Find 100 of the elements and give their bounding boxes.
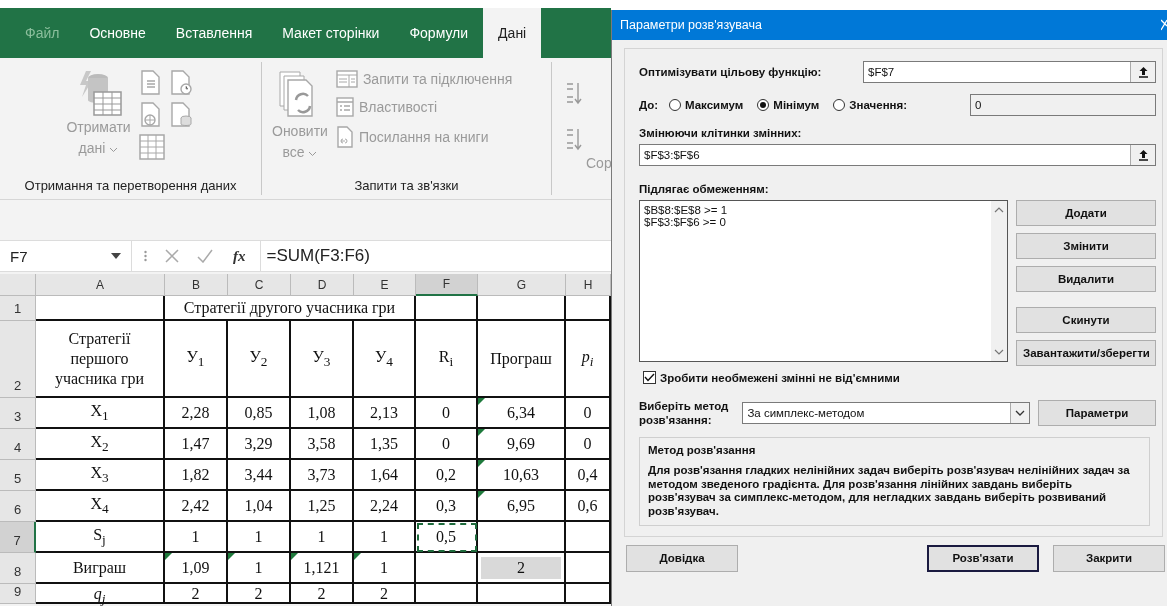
row-header[interactable]: 3 xyxy=(0,398,36,429)
row-header[interactable]: 8 xyxy=(0,553,36,584)
column-header[interactable]: B xyxy=(165,274,228,296)
table-cell: 3,58 xyxy=(291,429,354,460)
scrollbar[interactable] xyxy=(991,201,1007,361)
table-icon[interactable] xyxy=(138,134,165,160)
table-cell: 0,85 xyxy=(228,398,291,429)
column-header[interactable]: D xyxy=(291,274,354,296)
column-header[interactable]: H xyxy=(566,274,611,296)
column-header[interactable]: G xyxy=(478,274,566,296)
radio-button[interactable] xyxy=(757,99,770,111)
column-header[interactable]: C xyxy=(228,274,291,296)
table-cell: X$_{3}$ xyxy=(36,460,165,491)
column-header[interactable]: F xyxy=(416,274,478,296)
grip-dots-icon xyxy=(144,249,147,263)
table-cell: Стратегії другого учасника гри xyxy=(165,296,416,321)
radio-label[interactable]: Максимум xyxy=(685,99,744,111)
table-cell: 1 xyxy=(354,522,416,553)
row-header[interactable]: 5 xyxy=(0,460,36,491)
row-header[interactable]: 9 xyxy=(0,584,36,604)
table-cell: 9,69 xyxy=(478,429,566,460)
group-label: Отримання та перетворення даних xyxy=(23,178,238,193)
table-cell: 1 xyxy=(165,522,228,553)
ribbon-tab[interactable]: Вставлення xyxy=(160,8,268,58)
row-header[interactable]: 7 xyxy=(0,522,36,553)
table-cell xyxy=(416,553,478,584)
row-header[interactable]: 1 xyxy=(0,296,36,321)
dialog-button[interactable]: Завантажити/зберегти xyxy=(1016,340,1156,366)
ribbon-tab[interactable]: Формули xyxy=(394,8,484,58)
table-cell: X$_{1}$ xyxy=(36,398,165,429)
insert-function-button[interactable]: fx xyxy=(225,241,254,271)
dialog-button[interactable]: Додати xyxy=(1016,200,1156,226)
table-cell: Програш xyxy=(478,321,566,398)
web-file-icon[interactable] xyxy=(138,102,163,128)
cancel-icon[interactable] xyxy=(165,249,179,263)
select-all-corner[interactable] xyxy=(0,274,36,296)
sort-descending-icon[interactable] xyxy=(564,126,582,152)
constraints-list[interactable]: $B$8:$E$8 >= 1 $F$3:$F$6 >= 0 xyxy=(639,200,1008,362)
options-button[interactable]: Параметри xyxy=(1038,400,1156,427)
recent-file-icon[interactable] xyxy=(168,70,193,96)
table-cell: 3,73 xyxy=(291,460,354,491)
table-cell: 1 xyxy=(354,553,416,584)
checkbox-label[interactable]: Зробити необмежені змінні не від'ємними xyxy=(660,371,900,384)
column-header[interactable]: A xyxy=(36,274,165,296)
table-cell: 1 xyxy=(291,522,354,553)
checkbox[interactable] xyxy=(643,371,656,384)
table-cell: 2,24 xyxy=(354,491,416,522)
radio-button[interactable] xyxy=(669,99,681,111)
dialog-button[interactable]: Змінити xyxy=(1016,233,1156,259)
row-header[interactable]: 2 xyxy=(0,321,36,398)
dialog-button[interactable]: Розв'язати xyxy=(927,544,1039,572)
list-item[interactable]: $B$8:$E$8 >= 1 xyxy=(644,204,728,216)
name-box[interactable]: F7 xyxy=(0,241,132,271)
ribbon-tab[interactable]: Основне xyxy=(74,8,161,58)
table-cell: 1,82 xyxy=(165,460,228,491)
dropdown-caret-icon[interactable] xyxy=(111,253,121,259)
table-cell: 1 xyxy=(228,522,291,553)
table-cell: 6,34 xyxy=(478,398,566,429)
dialog-button[interactable]: Довідка xyxy=(626,544,738,572)
table-cell: X$_{2}$ xyxy=(36,429,165,460)
field-label: Підлягає обмеженням: xyxy=(639,183,770,195)
table-cell: 2,28 xyxy=(165,398,228,429)
table-cell: У$_{3}$ xyxy=(291,321,354,398)
variable-cells-field[interactable]: $F$3:$F$6 xyxy=(639,144,1156,166)
ribbon-tab[interactable]: Макет сторінки xyxy=(267,8,395,58)
method-select[interactable]: За симплекс-методом xyxy=(742,402,1030,425)
row-header[interactable]: 4 xyxy=(0,429,36,460)
objective-field[interactable]: $F$7 xyxy=(863,61,1156,83)
table-cell: 3,29 xyxy=(228,429,291,460)
ribbon-tab[interactable]: Дані xyxy=(483,8,542,58)
collapse-dialog-icon xyxy=(1137,149,1149,161)
close-icon[interactable] xyxy=(1161,19,1167,31)
dialog-title-bar: Параметри розв'язувача xyxy=(612,10,1167,40)
radio-button[interactable] xyxy=(833,99,846,111)
table-cell: 0,3 xyxy=(416,491,478,522)
radio-label[interactable]: Мінімум xyxy=(773,99,820,111)
column-header[interactable]: E xyxy=(354,274,416,296)
value-field[interactable]: 0 xyxy=(970,94,1156,116)
table-cell: 1 xyxy=(228,553,291,584)
group-label: Запити та зв'язки xyxy=(353,178,460,193)
table-cell: 1,121 xyxy=(291,553,354,584)
sort-ascending-icon[interactable] xyxy=(564,80,582,106)
dialog-button[interactable]: Скинути xyxy=(1016,307,1156,333)
table-cell xyxy=(416,584,478,604)
table-cell: 1,09 xyxy=(165,553,228,584)
collapse-dialog-icon xyxy=(1137,66,1149,78)
table-cell: У$_{2}$ xyxy=(228,321,291,398)
table-cell: 2 xyxy=(354,584,416,604)
radio-label[interactable]: Значення: xyxy=(849,99,908,111)
caret-icon xyxy=(109,146,119,153)
confirm-check-icon[interactable] xyxy=(197,249,213,263)
row-header[interactable]: 6 xyxy=(0,491,36,522)
table-cell: S$_{j}$ xyxy=(36,522,165,553)
list-item[interactable]: $F$3:$F$6 >= 0 xyxy=(644,216,728,228)
dialog-button[interactable]: Закрити xyxy=(1053,544,1165,572)
dialog-button[interactable]: Видалити xyxy=(1016,266,1156,292)
database-file-icon[interactable] xyxy=(168,102,193,128)
text-file-icon[interactable] xyxy=(138,70,163,96)
chevron-down-icon xyxy=(1015,410,1025,417)
table-cell: R$_{i}$ xyxy=(416,321,478,398)
